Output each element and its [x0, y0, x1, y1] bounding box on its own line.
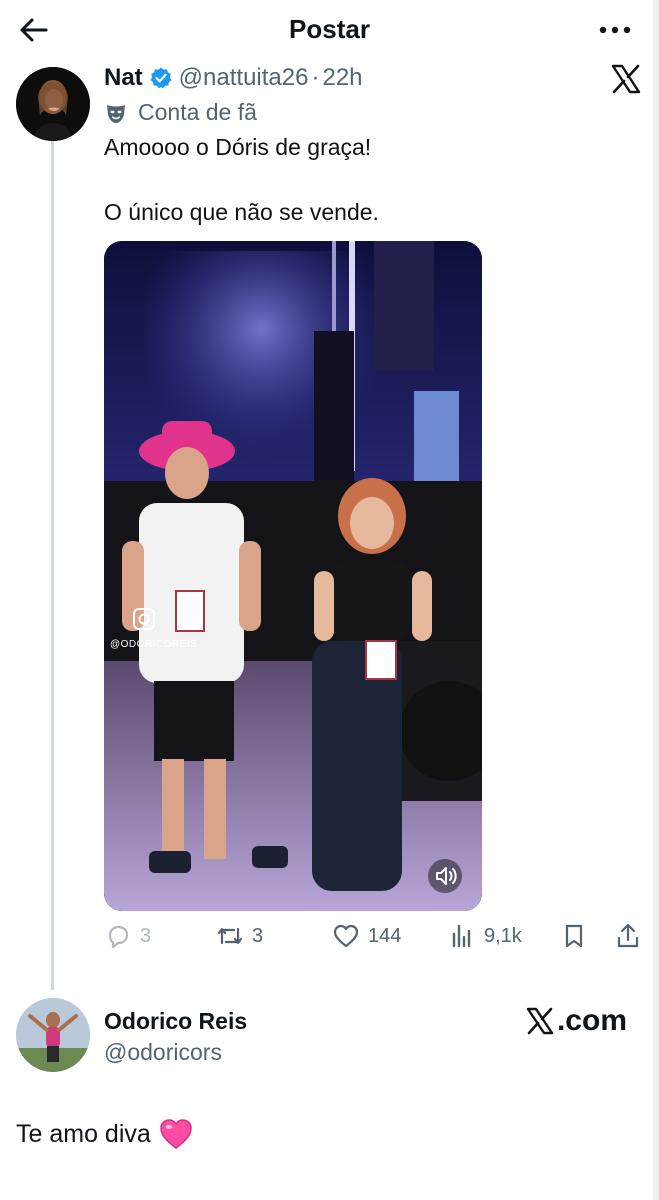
more-dots-icon[interactable]	[597, 20, 633, 40]
author-name[interactable]: Nat	[104, 64, 143, 92]
theater-mask-icon	[107, 104, 125, 123]
share-icon	[617, 923, 639, 948]
page-title: Postar	[289, 14, 370, 44]
reply-author-name[interactable]: Odorico Reis	[104, 1008, 247, 1035]
reply-icon	[108, 925, 129, 949]
views-count: 9,1k	[484, 924, 522, 947]
tweet-header: Nat @nattuita26 · 22h	[104, 64, 363, 92]
reply-count: 3	[140, 924, 152, 947]
retweet-count: 3	[252, 924, 264, 947]
x-logo-icon	[526, 1007, 554, 1035]
like-button[interactable]: 144	[332, 922, 401, 950]
avatar[interactable]	[16, 998, 90, 1072]
share-button[interactable]	[614, 922, 642, 950]
x-com-source[interactable]: .com	[525, 1004, 627, 1038]
bookmark-icon	[565, 924, 583, 948]
fan-badge-label: Conta de fã	[138, 99, 257, 125]
tweet-actions: 3 3 144 9,1k	[104, 922, 644, 958]
pink-heart-emoji-icon	[160, 1119, 192, 1149]
volume-muted-icon[interactable]	[428, 859, 462, 893]
like-count: 144	[368, 924, 402, 947]
verified-badge-icon	[150, 67, 172, 89]
tweet-text-line-2: O único que não se vende.	[104, 199, 379, 225]
scroll-edge	[653, 0, 659, 1200]
tweet-video[interactable]: @ODORICOREIS	[104, 241, 482, 911]
avatar[interactable]	[16, 67, 90, 141]
views-chart-icon	[452, 924, 471, 948]
fan-account-badge: Conta de fã	[104, 99, 257, 126]
views-button[interactable]: 9,1k	[448, 922, 522, 950]
separator-dot: ·	[311, 64, 320, 91]
reply-author-handle[interactable]: @odoricors	[104, 1039, 222, 1066]
x-com-label: .com	[556, 1004, 627, 1037]
retweet-button[interactable]: 3	[216, 922, 263, 950]
thread-connector-line	[51, 140, 54, 990]
x-logo-icon[interactable]	[609, 62, 643, 96]
header: Postar	[0, 0, 659, 58]
author-handle[interactable]: @nattuita26	[179, 64, 309, 92]
heart-icon	[333, 924, 359, 948]
reply-text-label: Te amo diva	[16, 1119, 151, 1148]
video-watermark: @ODORICOREIS	[110, 639, 198, 650]
bookmark-button[interactable]	[560, 922, 588, 950]
retweet-icon	[217, 927, 243, 945]
tweet-text-line-1: Amoooo o Dóris de graça!	[104, 134, 372, 160]
timestamp[interactable]: 22h	[322, 64, 362, 92]
reply-text: Te amo diva	[16, 1118, 193, 1150]
reply-button[interactable]: 3	[104, 922, 151, 950]
